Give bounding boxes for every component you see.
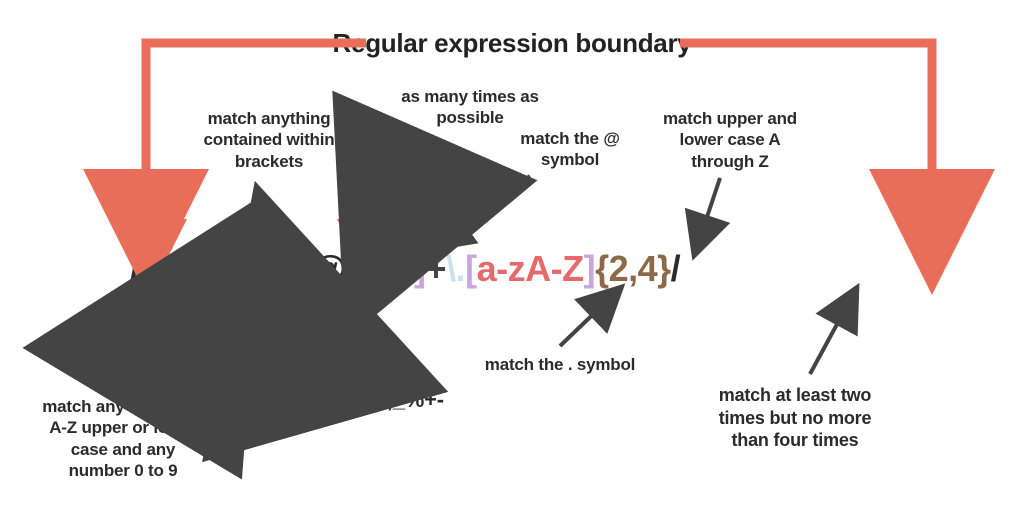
regex-expression: /[\w._%+-]+@[\w.-]+\.[a-zA-Z]{2,4}/ xyxy=(130,248,680,290)
arrow-at xyxy=(445,176,530,238)
tok-w-2: \w xyxy=(357,248,393,289)
arrow-bracket-right xyxy=(340,178,358,240)
tok-at: @ xyxy=(311,248,346,289)
arrow-quant xyxy=(810,304,848,374)
tok-escdot: \. xyxy=(446,248,465,289)
tok-quant: {2,4} xyxy=(595,248,671,289)
tok-lbracket-3: [ xyxy=(465,248,477,289)
tok-slash-close: / xyxy=(671,248,681,289)
arrow-punct xyxy=(290,304,310,374)
cap-dotsym: match the . symbol xyxy=(450,354,670,375)
tok-slash-open: / xyxy=(130,248,140,289)
arrow-many xyxy=(390,142,432,238)
cap-brackets: match anythingcontained withinbrackets xyxy=(174,108,364,172)
arrow-dotsym xyxy=(560,300,608,346)
arrow-charclass xyxy=(150,304,198,384)
cap-quant: match at least twotimes but no morethan … xyxy=(680,384,910,452)
cap-punct: match any .,_%+- xyxy=(268,386,498,414)
cap-at: match the @symbol xyxy=(500,128,640,171)
tok-rbracket-1: ] xyxy=(279,248,291,289)
tok-punct-1: ._%+- xyxy=(187,248,280,289)
arrow-upperlower xyxy=(700,178,720,238)
tok-range: a-zA-Z xyxy=(477,248,584,289)
tok-lbracket-1: [ xyxy=(140,248,152,289)
tok-plus-1: + xyxy=(291,248,312,289)
cap-charclass: match any characterA-Z upper or lowercas… xyxy=(18,396,228,481)
arrow-bracket-left xyxy=(166,178,184,240)
tok-plus-2: + xyxy=(426,248,447,289)
tok-rbracket-3: ] xyxy=(584,248,596,289)
tok-punct-2: .- xyxy=(393,248,414,289)
tok-lbracket-2: [ xyxy=(346,248,358,289)
tok-w-1: \w xyxy=(151,248,187,289)
cap-upperlower: match upper andlower case Athrough Z xyxy=(640,108,820,172)
tok-rbracket-2: ] xyxy=(414,248,426,289)
cap-many: as many times aspossible xyxy=(380,86,560,129)
diagram-title: Regular expression boundary xyxy=(333,28,692,59)
